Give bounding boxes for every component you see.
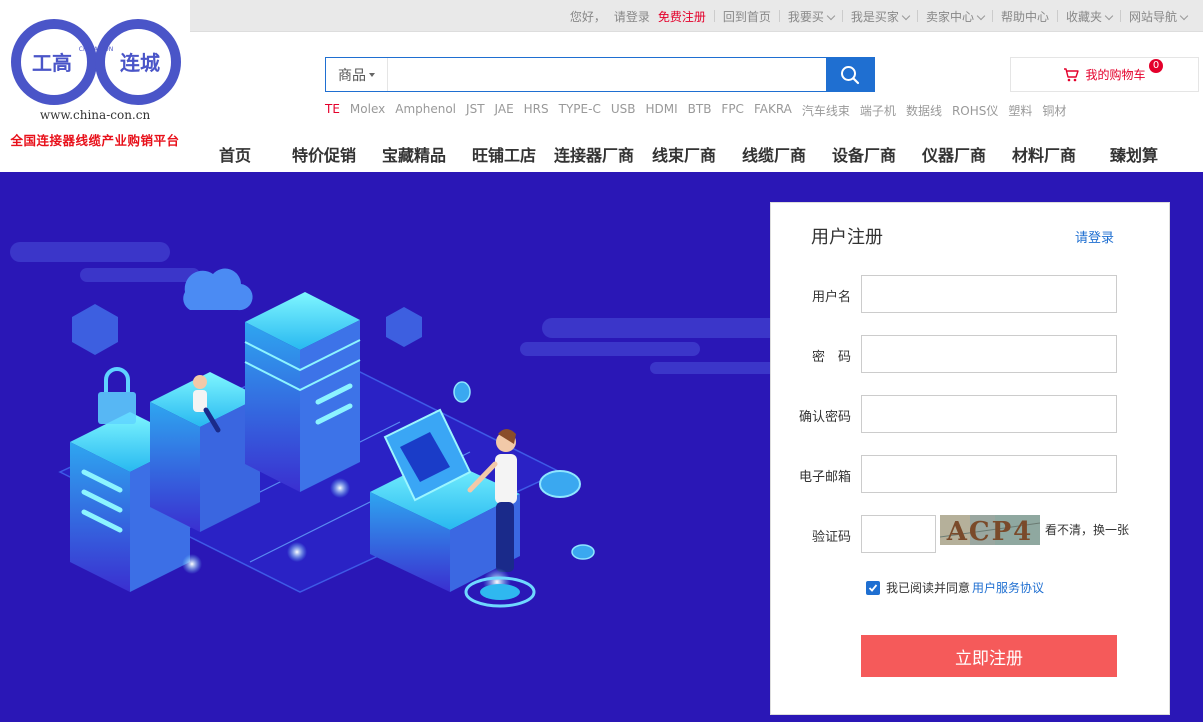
hot-keyword[interactable]: HRS [524, 102, 549, 119]
chevron-down-icon [976, 11, 986, 20]
top-bar: 您好， 请登录 免费注册 回到首页 我要买 我是买家 卖家中心 帮助中心 收藏夹… [190, 0, 1203, 32]
buy-menu-label: 我要买 [787, 9, 824, 24]
free-register-link[interactable]: 免费注册 [658, 8, 714, 25]
seller-menu[interactable]: 卖家中心 [918, 8, 992, 25]
agreement-row: 我已阅读并同意 用户服务协议 [866, 579, 1044, 596]
logo-url: www.china-con.cn [39, 108, 151, 122]
password-input[interactable] [861, 335, 1117, 373]
search-button[interactable] [826, 58, 874, 91]
captcha-text: ACP4 [946, 517, 1034, 545]
hot-keyword[interactable]: TE [325, 102, 340, 119]
top-links: 您好， 请登录 免费注册 回到首页 我要买 我是买家 卖家中心 帮助中心 收藏夹… [562, 0, 1195, 32]
nav-item[interactable]: 旺铺工店 [472, 142, 536, 166]
cart-count-badge: 0 [1149, 59, 1163, 73]
captcha-input[interactable] [861, 515, 936, 553]
chevron-down-icon [826, 11, 836, 20]
home-link[interactable]: 回到首页 [715, 8, 779, 25]
hot-keyword[interactable]: 铜材 [1042, 102, 1066, 119]
chevron-down-icon [1179, 11, 1189, 20]
hot-keyword[interactable]: 端子机 [860, 102, 896, 119]
buy-menu[interactable]: 我要买 [780, 8, 842, 25]
chevron-down-icon [1104, 11, 1114, 20]
main-nav: 首页 特价促销 宝藏精品 旺铺工店 连接器厂商 线束厂商 线缆厂商 设备厂商 仪器厂商 材料厂商 臻… [190, 138, 1203, 172]
hot-keyword[interactable]: Molex [350, 102, 385, 119]
register-panel: 用户注册 请登录 用户名 密 码 确认密码 电子邮箱 验证码 ACP4 看不清，… [770, 202, 1170, 715]
buyer-menu-label: 我是买家 [850, 9, 899, 24]
favorites-menu-label: 收藏夹 [1065, 9, 1102, 24]
nav-item[interactable]: 材料厂商 [1012, 142, 1076, 166]
logo-right-text: 连城 [120, 51, 160, 75]
hot-keyword[interactable]: JST [466, 102, 485, 119]
caret-down-icon [369, 72, 375, 77]
logo-rings-icon: 工高 连城 CHINA-CON [11, 19, 181, 105]
check-icon [868, 583, 878, 592]
password-label: 密 码 [811, 350, 851, 365]
agree-checkbox[interactable] [866, 580, 880, 595]
nav-item[interactable]: 线缆厂商 [742, 142, 806, 166]
hot-keyword[interactable]: BTB [688, 102, 712, 119]
email-label: 电子邮箱 [798, 470, 851, 485]
login-link[interactable]: 请登录 [614, 8, 658, 25]
cart-label: 我的购物车 [1085, 68, 1146, 82]
hot-keyword[interactable]: FPC [721, 102, 744, 119]
hot-keyword[interactable]: Amphenol [395, 102, 456, 119]
greeting-text: 您好， [569, 9, 606, 24]
register-title: 用户注册 [811, 227, 883, 248]
username-label: 用户名 [811, 290, 851, 305]
hot-keyword[interactable]: 塑料 [1008, 102, 1032, 119]
search-category-label: 商品 [338, 67, 366, 84]
sitemap-menu[interactable]: 网站导航 [1121, 8, 1195, 25]
agreement-link[interactable]: 用户服务协议 [972, 579, 1044, 596]
agree-text: 我已阅读并同意 [886, 581, 971, 595]
logo-mini-text: CHINA-CON [79, 46, 114, 53]
captcha-image[interactable]: ACP4 [940, 515, 1040, 545]
logo-left-text: 工高 [32, 51, 72, 75]
username-input[interactable] [861, 275, 1117, 313]
nav-item[interactable]: 特价促销 [292, 142, 356, 166]
nav-item[interactable]: 设备厂商 [832, 142, 896, 166]
search-category-select[interactable]: 商品 [326, 58, 388, 91]
site-logo[interactable]: 工高 连城 CHINA-CON www.china-con.cn 全国连接器线缆… [0, 0, 190, 172]
hot-keyword[interactable]: HDMI [645, 102, 677, 119]
cart-icon [1064, 67, 1080, 81]
nav-item[interactable]: 连接器厂商 [554, 142, 634, 166]
nav-item[interactable]: 仪器厂商 [922, 142, 986, 166]
hot-keyword[interactable]: JAE [495, 102, 514, 119]
sitemap-menu-label: 网站导航 [1128, 9, 1177, 24]
confirm-password-input[interactable] [861, 395, 1117, 433]
hot-keyword[interactable]: TYPE-C [559, 102, 601, 119]
hot-keyword[interactable]: 数据线 [906, 102, 942, 119]
nav-item[interactable]: 首页 [219, 142, 251, 166]
cart-button[interactable]: 我的购物车 0 [1010, 57, 1199, 92]
hot-keyword[interactable]: 汽车线束 [802, 102, 850, 119]
chevron-down-icon [901, 11, 911, 20]
submit-register-button[interactable]: 立即注册 [861, 635, 1117, 677]
nav-item[interactable]: 宝藏精品 [382, 142, 446, 166]
nav-item[interactable]: 线束厂商 [652, 142, 716, 166]
seller-menu-label: 卖家中心 [925, 9, 974, 24]
help-link[interactable]: 帮助中心 [993, 8, 1057, 25]
login-link-panel[interactable]: 请登录 [1075, 227, 1114, 246]
search-icon [841, 65, 860, 84]
hot-keywords: TE Molex Amphenol JST JAE HRS TYPE-C USB HDMI BTB… [325, 102, 1076, 119]
favorites-menu[interactable]: 收藏夹 [1058, 8, 1120, 25]
captcha-refresh-link[interactable]: 看不清，换一张 [1045, 521, 1129, 538]
hot-keyword[interactable]: ROHS仪 [952, 102, 998, 119]
search-input[interactable] [388, 58, 826, 91]
confirm-password-label: 确认密码 [798, 410, 851, 425]
email-input[interactable] [861, 455, 1117, 493]
nav-item[interactable]: 臻划算 [1110, 142, 1158, 166]
hot-keyword[interactable]: USB [611, 102, 636, 119]
search-bar: 商品 [325, 57, 875, 92]
captcha-label: 验证码 [811, 530, 851, 545]
hot-keyword[interactable]: FAKRA [754, 102, 792, 119]
logo-slogan: 全国连接器线缆产业购销平台 [10, 133, 180, 148]
buyer-menu[interactable]: 我是买家 [843, 8, 917, 25]
